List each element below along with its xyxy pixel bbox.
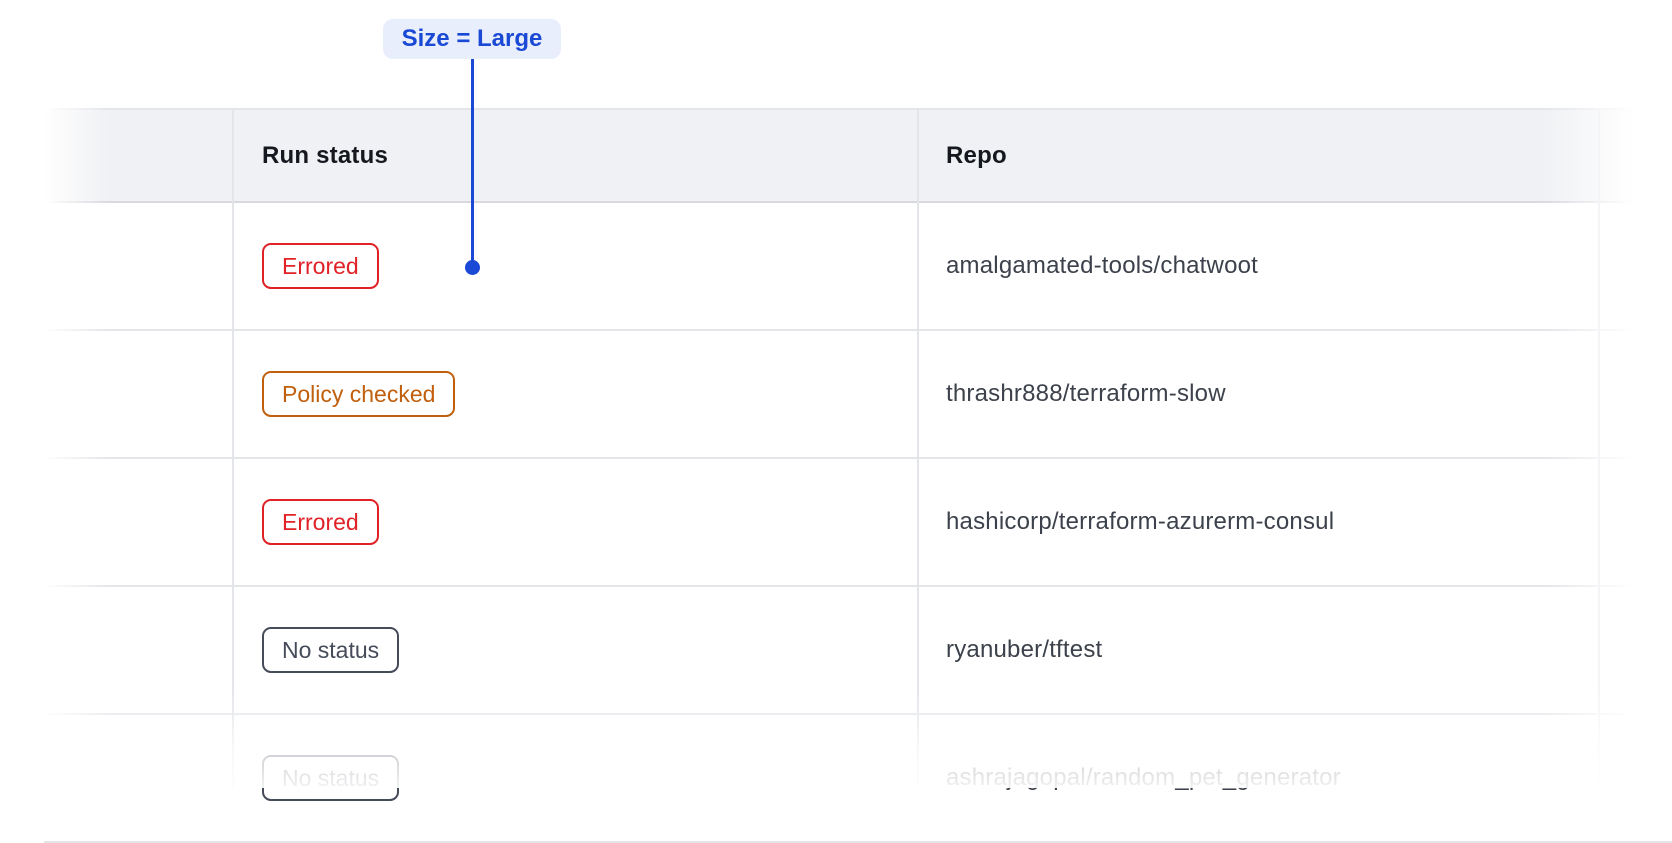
run-status-badge: No status [262, 627, 399, 673]
table-row[interactable]: No status ashrajagopal/random_pet_genera… [44, 715, 1672, 843]
run-status-badge: Errored [262, 499, 379, 545]
column-header-repo[interactable]: Repo [946, 142, 1007, 170]
table-row[interactable]: Policy checked thrashr888/terraform-slow [44, 331, 1672, 459]
repo-name: thrashr888/terraform-slow [946, 380, 1226, 408]
table-header-row: Run status Repo [44, 108, 1672, 203]
table-row[interactable]: Errored amalgamated-tools/chatwoot [44, 203, 1672, 331]
repo-name: amalgamated-tools/chatwoot [946, 252, 1258, 280]
column-divider [1598, 108, 1600, 788]
run-status-badge: Policy checked [262, 371, 455, 417]
column-divider [232, 108, 234, 788]
column-header-run-status[interactable]: Run status [262, 142, 388, 170]
size-annotation-label: Size = Large [383, 19, 561, 59]
run-status-badge: Errored [262, 243, 379, 289]
table-row[interactable]: Errored hashicorp/terraform-azurerm-cons… [44, 459, 1672, 587]
annotation-pointer-dot [465, 260, 480, 275]
run-status-badge: No status [262, 755, 399, 801]
column-divider [917, 108, 919, 788]
table-row[interactable]: No status ryanuber/tftest [44, 587, 1672, 715]
annotation-pointer-line [471, 59, 474, 267]
repo-name: hashicorp/terraform-azurerm-consul [946, 508, 1334, 536]
repo-name: ryanuber/tftest [946, 636, 1102, 664]
